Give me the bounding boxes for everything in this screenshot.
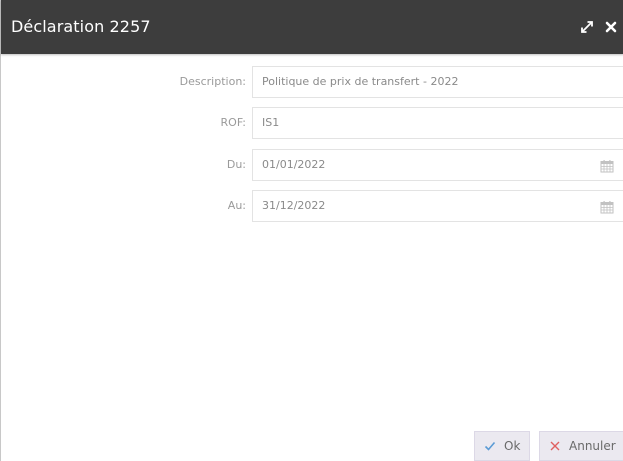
description-row: Description: Politique de prix de transf…	[1, 66, 623, 98]
cancel-label: Annuler	[569, 439, 616, 453]
from-date-field[interactable]: 01/01/2022	[252, 149, 623, 181]
from-date-label: Du:	[226, 158, 246, 171]
to-date-row: Au: 31/12/2022	[1, 190, 623, 222]
dialog: Déclaration 2257 Description: Politique …	[0, 0, 623, 461]
from-date-row: Du: 01/01/2022	[1, 149, 623, 181]
close-icon[interactable]	[600, 16, 622, 38]
description-field[interactable]: Politique de prix de transfert - 2022	[252, 66, 623, 98]
calendar-icon[interactable]	[600, 199, 614, 214]
expand-icon[interactable]	[576, 16, 598, 38]
rof-field[interactable]: IS1	[252, 107, 623, 139]
to-date-field[interactable]: 31/12/2022	[252, 190, 623, 222]
rof-label: ROF:	[220, 116, 246, 129]
dialog-titlebar[interactable]: Déclaration 2257	[1, 0, 623, 54]
ok-button[interactable]: Ok	[474, 431, 530, 461]
calendar-icon[interactable]	[600, 158, 614, 173]
cancel-button[interactable]: Annuler	[539, 431, 623, 461]
description-label: Description:	[179, 75, 246, 88]
to-date-label: Au:	[227, 199, 246, 212]
check-icon	[484, 440, 496, 452]
dialog-title: Déclaration 2257	[11, 17, 151, 36]
title-actions	[576, 0, 623, 54]
x-icon	[549, 440, 561, 452]
ok-label: Ok	[504, 439, 521, 453]
rof-row: ROF: IS1	[1, 107, 623, 139]
